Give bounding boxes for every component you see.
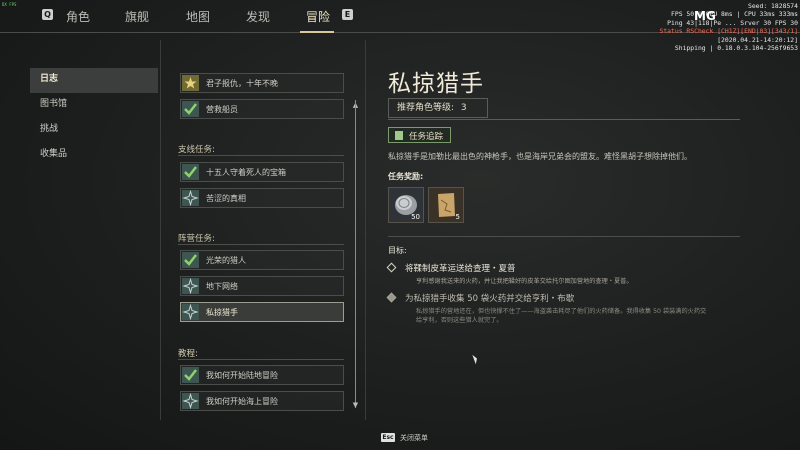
goal-title: 将鞣制皮革运送给查理・夏普 (405, 264, 516, 274)
quest-title: 私掠猎手 (388, 71, 484, 97)
scroll-down-icon[interactable]: ▼ (351, 402, 360, 409)
debug-status: Status RSCheck [CH1Z][END|03][343/1] (659, 27, 798, 36)
active-tab-indicator (300, 31, 334, 33)
quest-label: 君子报仇，十年不晚 (206, 79, 278, 88)
check-icon (182, 101, 199, 117)
menu-item-library[interactable]: 图书馆 (30, 93, 158, 118)
tab-discovery[interactable]: 发现 (246, 8, 270, 25)
track-quest-label: 任务追踪 (409, 132, 444, 142)
recommended-level: 推荐角色等级: 3 (388, 98, 488, 118)
reward-treasure-map[interactable]: 5 (428, 187, 464, 223)
track-quest-button[interactable]: 任务追踪 (388, 127, 451, 143)
faction-quests-header: 阵营任务: (178, 234, 215, 244)
key-hint-e: E (342, 9, 353, 20)
check-icon (182, 164, 199, 180)
quest-item-rescue-crew[interactable]: 营救船员 (180, 99, 344, 119)
debug-overlay: Seed: 1828574 FPS 50 | GPU 8ms | CPU 33m… (612, 2, 798, 52)
tab-adventure[interactable]: 冒险 (306, 8, 330, 25)
quest-item-sea-adventure[interactable]: 我如何开始海上冒险 (180, 391, 344, 411)
level-value: 3 (460, 103, 467, 113)
reward-count: 50 (411, 213, 420, 221)
compass-star-icon (182, 277, 199, 295)
rewards-label: 任务奖励: (388, 172, 424, 181)
column-divider-right (365, 40, 366, 420)
quest-label: 苦涩的真相 (206, 194, 246, 203)
check-icon (182, 367, 199, 383)
quest-item-land-adventure[interactable]: 我如何开始陆地冒险 (180, 365, 344, 385)
section-divider (178, 359, 344, 360)
compass-star-icon (182, 303, 199, 321)
compass-star-icon (182, 189, 199, 207)
quest-label: 我如何开始陆地冒险 (206, 371, 278, 380)
esc-key-hint[interactable]: Esc (381, 433, 395, 442)
quest-item-glorious-hunter[interactable]: 光荣的猎人 (180, 250, 344, 270)
left-menu: 日志 图书馆 挑战 收集品 (30, 68, 158, 168)
gold-star-icon (182, 75, 199, 91)
tab-flagship[interactable]: 旗舰 (125, 8, 149, 25)
section-divider (178, 155, 344, 156)
key-hint-q: Q (42, 9, 53, 20)
quest-item-dead-mans-chest[interactable]: 十五人守着死人的宝箱 (180, 162, 344, 182)
debug-badge: MG (694, 9, 716, 23)
column-divider-left (160, 40, 161, 420)
tutorial-header: 教程: (178, 349, 198, 359)
level-label: 推荐角色等级: (397, 103, 455, 113)
section-divider (178, 244, 344, 245)
quest-label: 私掠猎手 (206, 308, 238, 317)
goal-detail: 亨利感谢我送来的火药，并让我把鞣好的皮革交给托尔图加营地的查理・夏普。 (416, 278, 633, 285)
close-menu-label: 关闭菜单 (400, 434, 428, 442)
quest-item-revenge[interactable]: 君子报仇，十年不晚 (180, 73, 344, 93)
quest-label: 十五人守着死人的宝箱 (206, 168, 286, 177)
goals-label: 目标: (388, 246, 407, 255)
quest-item-underground-network[interactable]: 地下网络 (180, 276, 344, 296)
goals-divider (388, 236, 740, 237)
menu-item-journal[interactable]: 日志 (30, 68, 158, 93)
check-icon (182, 252, 199, 268)
quest-item-privateer-hunter[interactable]: 私掠猎手 (180, 302, 344, 322)
compass-star-icon (182, 392, 199, 410)
tab-map[interactable]: 地图 (186, 8, 210, 25)
quest-label: 营救船员 (206, 105, 238, 114)
goal-detail: 给亨利，否则这些猎人就完了。 (416, 317, 503, 324)
reward-count: 5 (455, 213, 460, 221)
title-divider (388, 119, 740, 120)
quest-label: 光荣的猎人 (206, 256, 246, 265)
quest-description: 私掠猎手是加勒比最出色的神枪手，也是海岸兄弟会的盟友。难怪黑胡子想除掉他们。 (388, 152, 692, 161)
menu-item-collectibles[interactable]: 收集品 (30, 143, 158, 168)
quest-list-scrollbar[interactable] (355, 100, 356, 408)
reward-silver-coins[interactable]: 50 (388, 187, 424, 223)
side-quests-header: 支线任务: (178, 145, 215, 155)
debug-build: Shipping | 0.18.0.3.104-256f9653 (674, 44, 798, 53)
tab-character[interactable]: 角色 (66, 8, 90, 25)
debug-date: [2020.04.21-14:20:12] (717, 35, 798, 44)
quest-label: 我如何开始海上冒险 (206, 397, 278, 406)
quest-item-bitter-truth[interactable]: 苦涩的真相 (180, 188, 344, 208)
goal-title: 为私掠猎手收集 50 袋火药并交给亨利・布歇 (405, 294, 575, 304)
menu-item-challenges[interactable]: 挑战 (30, 118, 158, 143)
debug-corner-label: DX FPS (2, 2, 17, 7)
bookmark-icon (395, 131, 403, 140)
quest-label: 地下网络 (206, 282, 238, 291)
